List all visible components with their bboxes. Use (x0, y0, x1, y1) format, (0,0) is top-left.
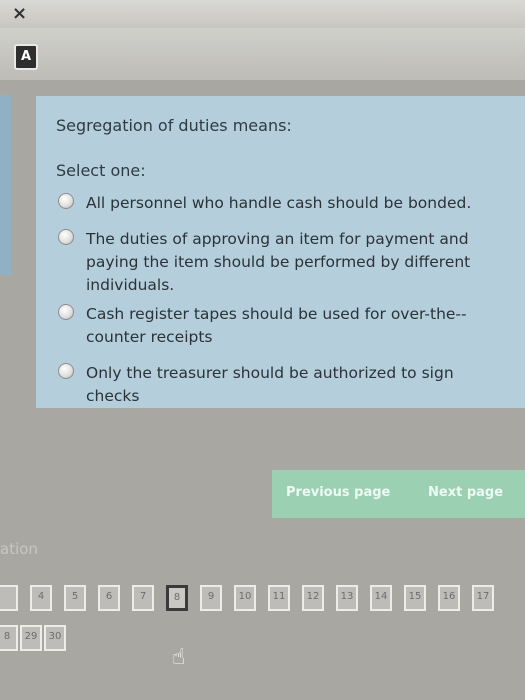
toolbar (0, 28, 525, 80)
question-number-button[interactable] (0, 585, 18, 611)
question-number-button[interactable]: 8 (166, 585, 188, 611)
question-number-button[interactable]: 11 (268, 585, 290, 611)
question-number-button[interactable]: 13 (336, 585, 358, 611)
answer-text: Only the treasurer should be authorized … (86, 364, 454, 405)
previous-page-button[interactable]: Previous page (286, 485, 390, 500)
radio-button-icon[interactable] (58, 193, 74, 209)
finish-attempt-label: ation (0, 540, 38, 558)
answer-text: Cash register tapes should be used for o… (86, 305, 467, 346)
hand-pointer-icon: ☝ (172, 645, 186, 670)
question-navigation-pager: 4 5 6 7 8 9 10 11 12 13 14 15 16 17 8 29 30 (0, 585, 525, 700)
sidebar-strip (0, 95, 11, 275)
question-number-button[interactable]: 8 (0, 625, 18, 651)
question-number-button[interactable]: 10 (234, 585, 256, 611)
select-one-label: Select one: (56, 161, 146, 180)
question-number-button[interactable]: 12 (302, 585, 324, 611)
question-number-button[interactable]: 7 (132, 585, 154, 611)
window-title-bar: × (0, 0, 525, 29)
question-number-button[interactable]: 6 (98, 585, 120, 611)
radio-button-icon[interactable] (58, 229, 74, 245)
question-number-button[interactable]: 17 (472, 585, 494, 611)
answer-text: The duties of approving an item for paym… (86, 230, 471, 294)
question-number-button[interactable]: 4 (30, 585, 52, 611)
radio-button-icon[interactable] (58, 363, 74, 379)
next-page-button[interactable]: Next page (428, 485, 503, 500)
question-title: Segregation of duties means: (56, 116, 292, 135)
acrobat-app-icon[interactable]: A (14, 44, 38, 70)
radio-button-icon[interactable] (58, 304, 74, 320)
close-icon[interactable]: × (12, 3, 27, 24)
question-number-button[interactable]: 30 (44, 625, 66, 651)
question-number-button[interactable]: 9 (200, 585, 222, 611)
question-number-button[interactable]: 5 (64, 585, 86, 611)
question-number-button[interactable]: 15 (404, 585, 426, 611)
question-number-button[interactable]: 29 (20, 625, 42, 651)
answer-text: All personnel who handle cash should be … (86, 194, 472, 212)
question-number-button[interactable]: 14 (370, 585, 392, 611)
question-number-button[interactable]: 16 (438, 585, 460, 611)
page-navigation: Previous page Next page (272, 470, 525, 518)
